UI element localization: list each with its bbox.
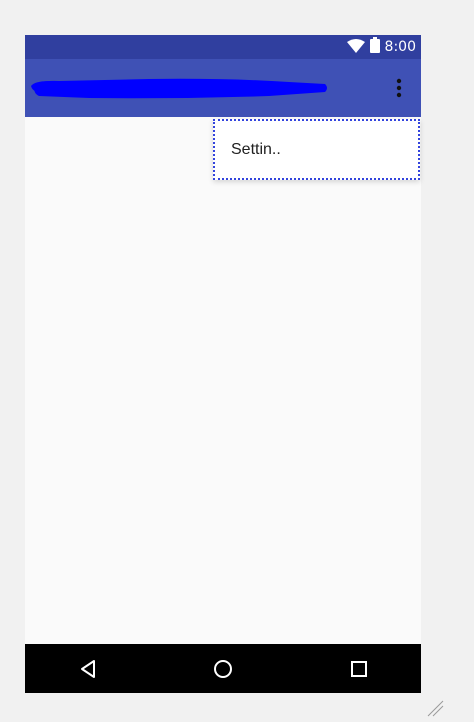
emulator-frame: 8:00 Settin.. [0,0,474,722]
main-content [25,117,421,644]
status-bar: 8:00 [25,35,421,59]
redacted-title [31,78,327,99]
back-icon[interactable] [75,656,101,682]
battery-icon [369,37,380,57]
resize-grip-icon[interactable] [424,697,444,717]
overflow-menu: Settin.. [213,119,420,180]
recents-icon[interactable] [346,656,372,682]
status-time: 8:00 [384,39,416,55]
device-screen: 8:00 Settin.. [25,35,421,693]
wifi-icon [346,38,365,57]
app-bar [25,59,421,117]
menu-item-settings[interactable]: Settin.. [215,121,418,178]
home-icon[interactable] [210,656,236,682]
status-icons: 8:00 [346,37,416,57]
more-vert-icon[interactable] [387,76,411,100]
navigation-bar [25,644,421,693]
